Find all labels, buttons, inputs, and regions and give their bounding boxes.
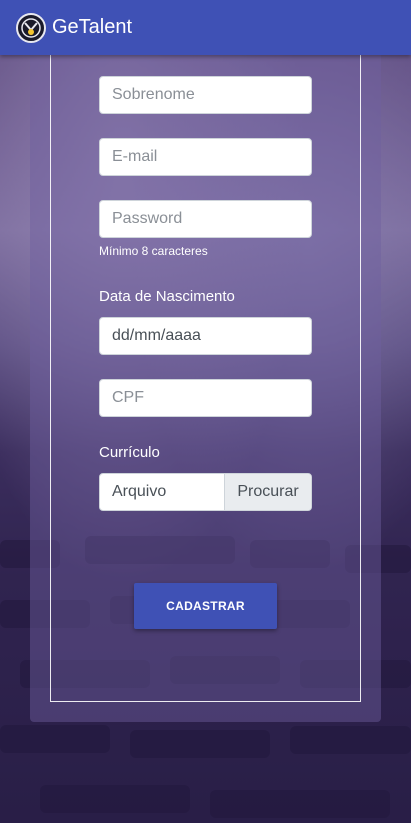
password-hint: Mínimo 8 caracteres [99, 244, 208, 258]
resume-label: Currículo [99, 444, 160, 461]
birthdate-input[interactable]: dd/mm/aaaa [99, 317, 312, 355]
surname-input[interactable]: Sobrenome [99, 76, 312, 114]
resume-file-input[interactable]: Arquivo Procurar [99, 473, 312, 511]
file-name-field[interactable]: Arquivo [100, 474, 224, 510]
birthdate-label: Data de Nascimento [99, 288, 235, 305]
cpf-input[interactable]: CPF [99, 379, 312, 417]
password-input[interactable]: Password [99, 200, 312, 238]
app-title[interactable]: GeTalent [52, 16, 132, 39]
getalent-logo-icon[interactable] [16, 12, 46, 43]
browse-button[interactable]: Procurar [224, 474, 311, 510]
submit-button[interactable]: CADASTRAR [134, 583, 277, 629]
app-bar: GeTalent [0, 0, 411, 55]
email-input[interactable]: E-mail [99, 138, 312, 176]
